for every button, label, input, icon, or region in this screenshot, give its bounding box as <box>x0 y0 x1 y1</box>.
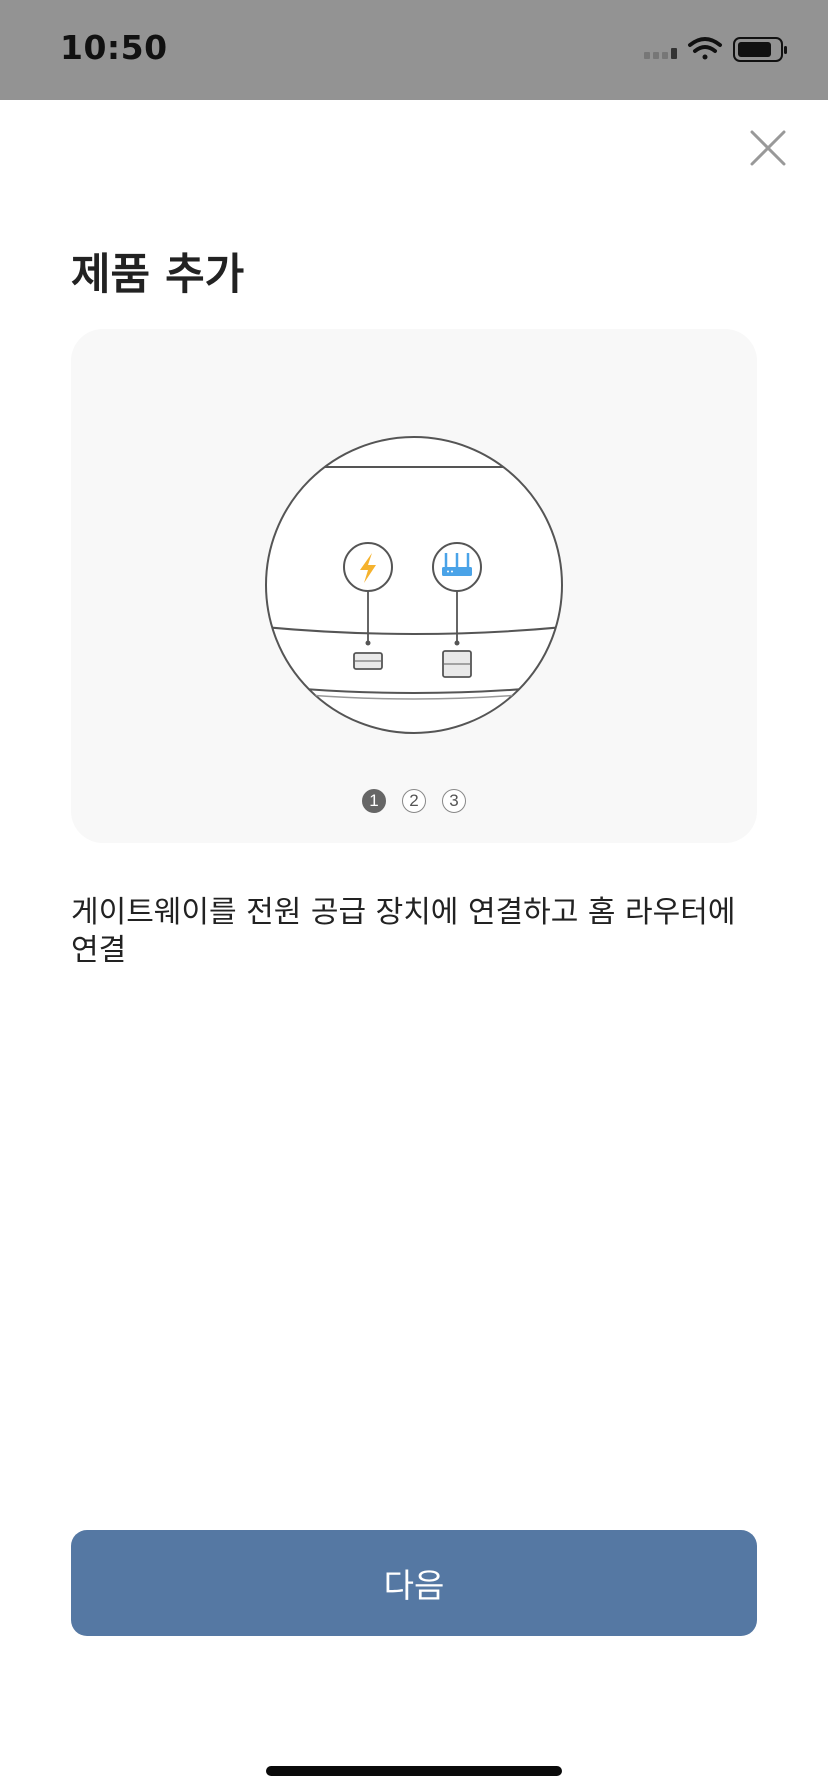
page-dot-2[interactable]: 2 <box>402 789 426 813</box>
status-time: 10:50 <box>60 28 168 67</box>
gateway-illustration <box>265 436 563 734</box>
home-indicator <box>266 1766 562 1776</box>
page-title: 제품 추가 <box>71 250 245 300</box>
close-icon <box>750 130 786 166</box>
next-button[interactable]: 다음 <box>71 1530 757 1636</box>
page-dot-1[interactable]: 1 <box>362 789 386 813</box>
status-bar: 10:50 <box>0 0 828 100</box>
status-icons <box>642 34 792 66</box>
wifi-icon <box>688 37 722 60</box>
power-bolt-icon <box>343 542 393 592</box>
close-button[interactable] <box>744 124 792 172</box>
battery-icon <box>733 37 787 62</box>
instruction-text: 게이트웨이를 전원 공급 장치에 연결하고 홈 라우터에 연결 <box>71 895 736 968</box>
illustration-card: 1 2 3 <box>71 329 757 843</box>
page-indicator: 1 2 3 <box>71 789 757 813</box>
router-icon <box>432 542 482 592</box>
ethernet-port <box>442 650 472 678</box>
power-port <box>353 652 383 670</box>
next-button-label: 다음 <box>383 1566 445 1605</box>
page-dot-3[interactable]: 3 <box>442 789 466 813</box>
cellular-signal-icon <box>644 48 677 59</box>
